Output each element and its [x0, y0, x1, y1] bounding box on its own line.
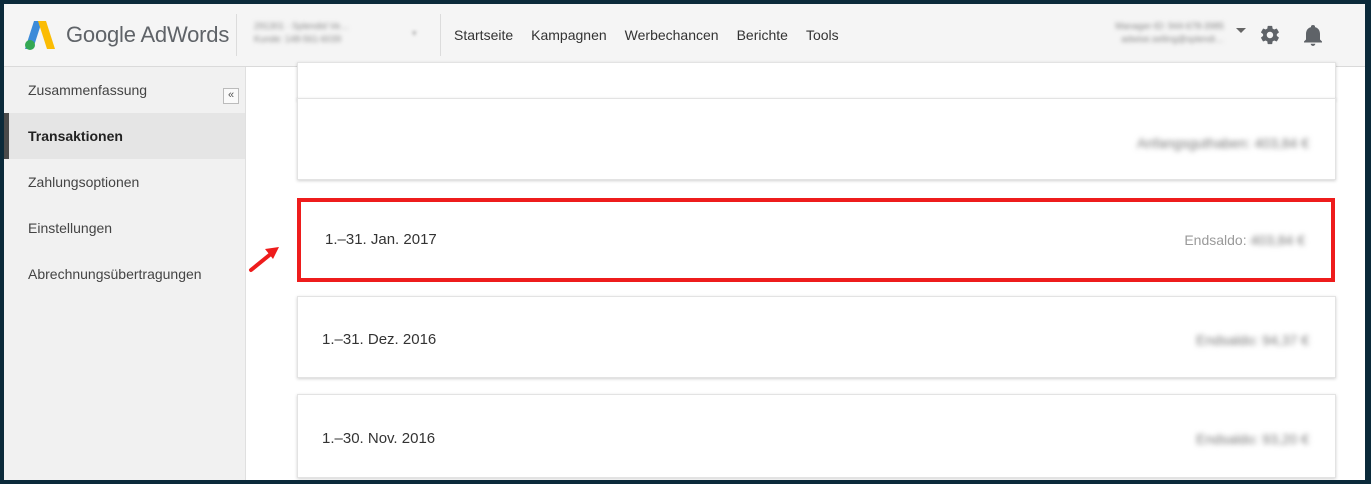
nav-kampagnen[interactable]: Kampagnen [531, 27, 607, 43]
bell-icon[interactable] [1303, 23, 1323, 47]
top-bar: Google AdWords 291301 · Splendid Ve… Kun… [4, 4, 1365, 67]
sidebar-item-einstellungen[interactable]: Einstellungen [4, 205, 245, 251]
chevron-down-icon[interactable] [1236, 28, 1246, 33]
statement-period: 1.–31. Dez. 2016 [322, 331, 437, 348]
sidebar-item-zahlungsoptionen[interactable]: Zahlungsoptionen [4, 159, 245, 205]
sidebar-item-abrechnungsuebertragungen[interactable]: Abrechnungsübertragungen [4, 251, 245, 297]
arrow-annotation-icon [249, 247, 279, 272]
gear-icon[interactable] [1259, 24, 1281, 46]
card-top-partial [297, 62, 1336, 100]
main-nav: Startseite Kampagnen Werbechancen Berich… [454, 27, 857, 43]
sidebar-item-label: Abrechnungsübertragungen [28, 266, 202, 282]
sidebar-item-zusammenfassung[interactable]: Zusammenfassung [4, 67, 245, 113]
sidebar-item-label: Zahlungsoptionen [28, 174, 140, 190]
sidebar-item-transaktionen[interactable]: Transaktionen [4, 113, 245, 159]
statement-row[interactable]: 1.–30. Nov. 2016 Endsaldo: 93,20 € [297, 394, 1336, 478]
statement-period: 1.–30. Nov. 2016 [322, 430, 436, 447]
app-window: Google AdWords 291301 · Splendid Ve… Kun… [4, 4, 1365, 480]
nav-tools[interactable]: Tools [806, 27, 839, 43]
nav-werbechancen[interactable]: Werbechancen [625, 27, 719, 43]
nav-berichte[interactable]: Berichte [737, 27, 788, 43]
divider [440, 14, 441, 56]
account-customer-id: Kunde: 148-561-6039 [254, 34, 342, 44]
sidebar-item-label: Einstellungen [28, 220, 113, 236]
starting-balance: Anfangsguthaben: 403,84 € [1136, 135, 1309, 151]
sidebar-item-label: Transaktionen [28, 128, 123, 144]
statement-balance: Endsaldo: 93,20 € [1196, 431, 1309, 447]
divider [236, 14, 237, 56]
sidebar: Zusammenfassung Transaktionen Zahlungsop… [4, 67, 246, 480]
sidebar-item-label: Zusammenfassung [28, 82, 148, 98]
manager-id: Manager-ID: 944-678-3985 [1115, 21, 1224, 31]
statement-row[interactable]: 1.–31. Dez. 2016 Endsaldo: 94,37 € [297, 296, 1336, 378]
manager-account-info[interactable]: Manager-ID: 944-678-3985 adwise.selling@… [1076, 20, 1224, 46]
highlight-box [297, 198, 1335, 282]
account-caret-icon[interactable]: ▾ [412, 28, 417, 39]
adwords-logo[interactable]: Google AdWords [24, 19, 229, 51]
manager-email: adwise.selling@splendi… [1121, 34, 1224, 44]
starting-balance-card: Anfangsguthaben: 403,84 € [297, 98, 1336, 180]
collapse-sidebar-button[interactable]: « [223, 88, 239, 104]
adwords-logo-icon [25, 21, 55, 50]
statement-balance: Endsaldo: 94,37 € [1196, 332, 1309, 348]
logo-text: Google AdWords [66, 22, 230, 47]
account-name: 291301 · Splendid Ve… [254, 21, 350, 31]
nav-startseite[interactable]: Startseite [454, 27, 513, 43]
account-selector[interactable]: 291301 · Splendid Ve… Kunde: 148-561-603… [254, 20, 349, 46]
